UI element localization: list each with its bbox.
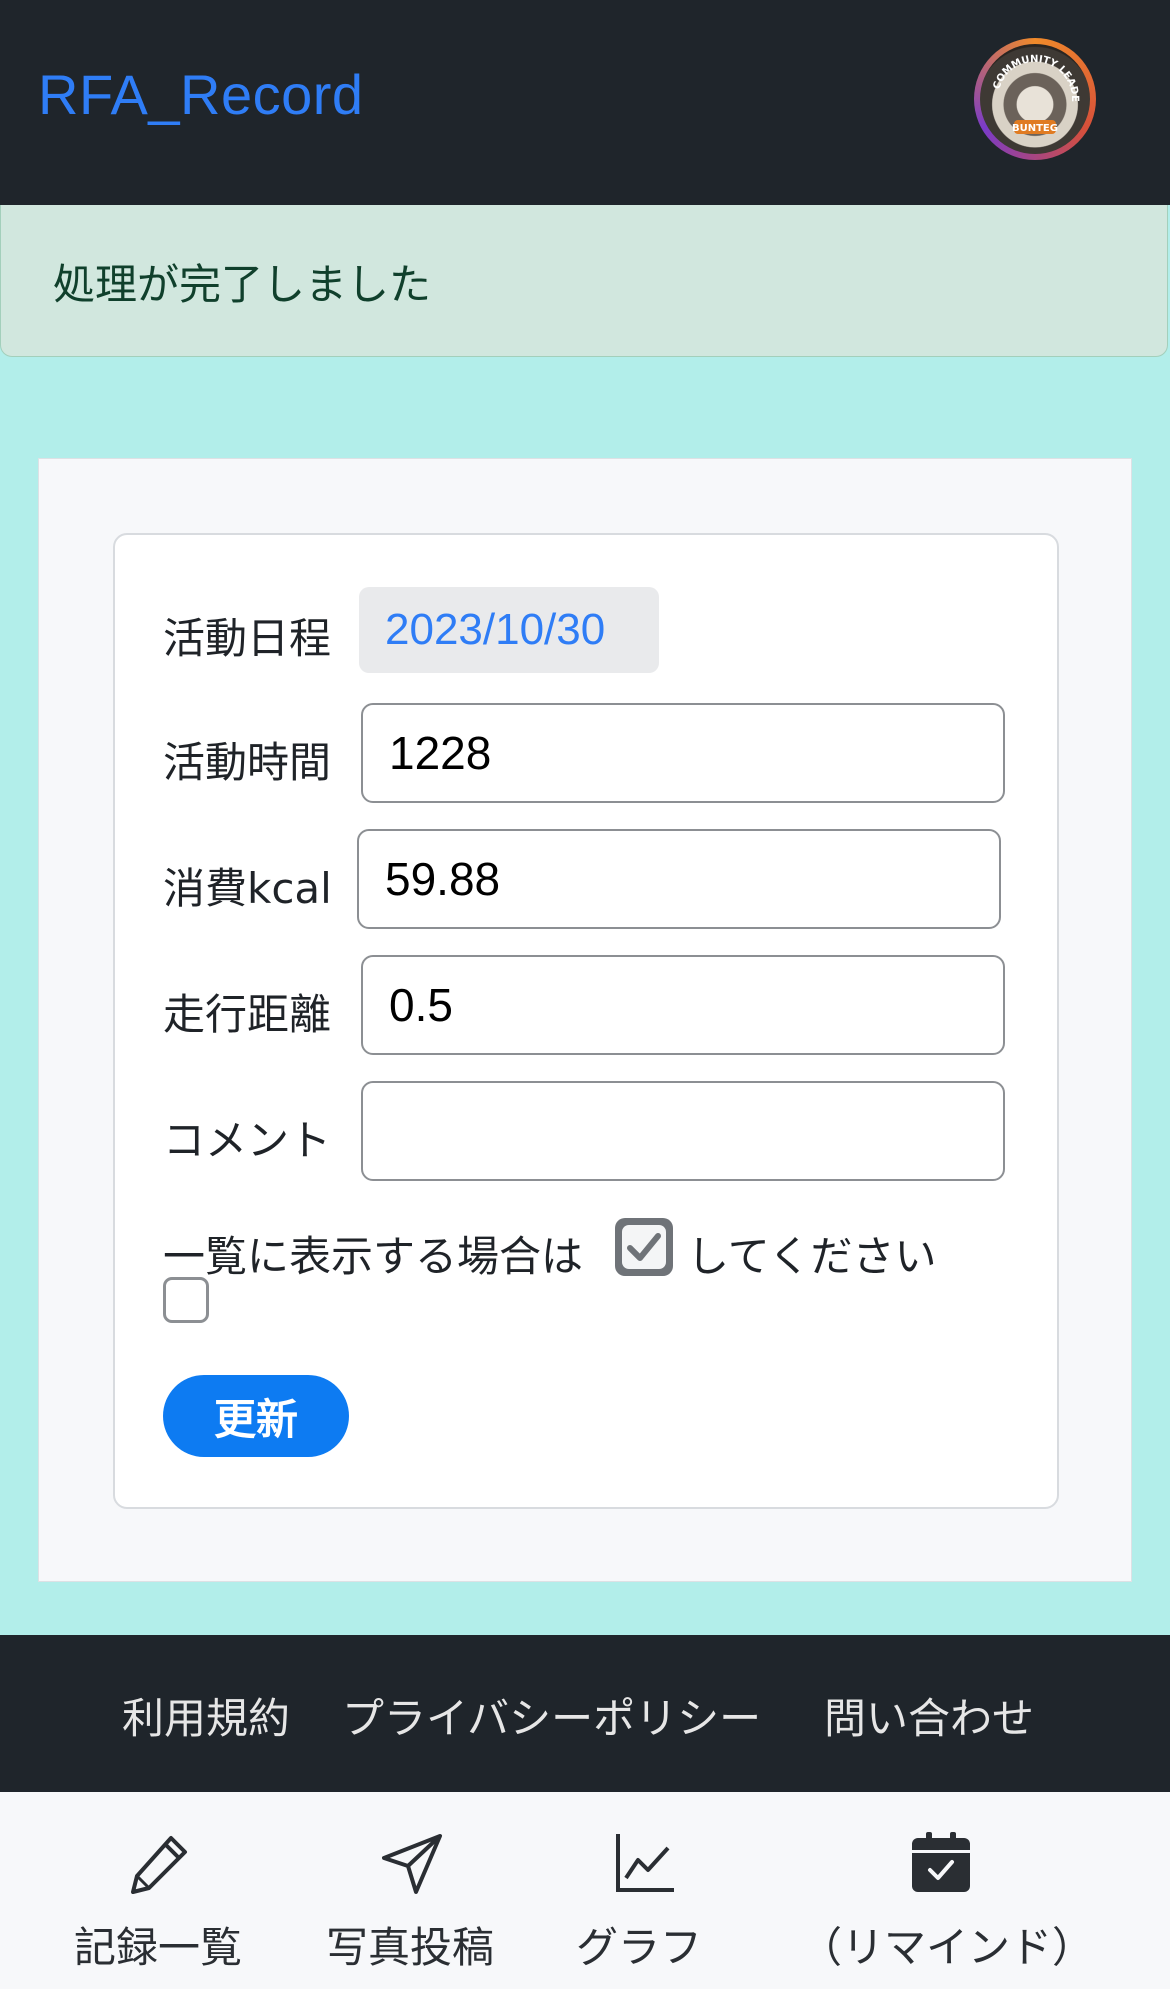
public-hint-text: 一覧に表示する場合は <box>163 1232 584 1281</box>
footer: 利用規約 プライバシーポリシー 問い合わせ <box>0 1635 1170 1792</box>
contact-link[interactable]: 問い合わせ <box>824 1685 1034 1746</box>
show-in-list-checkbox[interactable] <box>163 1277 209 1323</box>
avatar[interactable]: COMMUNITY LEADER BUNTEG <box>974 38 1096 160</box>
time-label: 活動時間 <box>163 738 332 787</box>
nav-item-graph[interactable]: グラフ <box>576 1792 712 1989</box>
brand-link[interactable]: RFA_Record <box>38 62 364 127</box>
date-label: 活動日程 <box>163 614 332 663</box>
date-display: 2023/10/30 <box>359 587 659 673</box>
distance-label: 走行距離 <box>163 990 332 1039</box>
comment-input[interactable] <box>361 1081 1005 1181</box>
nav-item-remind[interactable]: （リマインド） <box>800 1792 1094 1989</box>
public-hint-suffix: してください <box>687 1232 937 1281</box>
privacy-link[interactable]: プライバシーポリシー <box>342 1685 761 1746</box>
nav-label-records: 記録一覧 <box>74 1923 243 1972</box>
activity-edit-form: 活動日程 2023/10/30 活動時間 消費kcal 走行距離 コメント 一覧… <box>113 533 1059 1509</box>
comment-label: コメント <box>163 1116 332 1165</box>
kcal-label: 消費kcal <box>163 864 332 913</box>
nav-label-graph: グラフ <box>576 1923 703 1972</box>
alert-message: 処理が完了しました <box>53 260 432 309</box>
bottom-nav: 記録一覧 写真投稿 グラフ （リマインド） <box>0 1792 1170 1989</box>
send-icon <box>382 1834 442 1894</box>
time-input[interactable] <box>361 703 1005 803</box>
kcal-input[interactable] <box>357 829 1001 929</box>
graph-icon <box>616 1834 674 1892</box>
nav-item-photo[interactable]: 写真投稿 <box>326 1792 506 1989</box>
top-navbar: RFA_Record COMMUNITY LEADER BUNTEG <box>0 0 1170 205</box>
svg-text:BUNTEG: BUNTEG <box>1012 123 1058 134</box>
avatar-badge-logo: COMMUNITY LEADER BUNTEG <box>980 44 1080 134</box>
main-card: 活動日程 2023/10/30 活動時間 消費kcal 走行距離 コメント 一覧… <box>38 458 1132 1582</box>
check-example-icon <box>615 1218 673 1276</box>
date-value: 2023/10/30 <box>385 605 606 654</box>
nav-item-records[interactable]: 記録一覧 <box>74 1792 254 1989</box>
update-button[interactable]: 更新 <box>163 1375 349 1457</box>
svg-text:COMMUNITY LEADER: COMMUNITY LEADER <box>980 44 1080 102</box>
calendar-check-icon <box>912 1832 970 1892</box>
nav-label-photo: 写真投稿 <box>326 1923 495 1972</box>
avatar-image: COMMUNITY LEADER BUNTEG <box>980 44 1090 154</box>
success-alert: 処理が完了しました <box>0 205 1168 357</box>
terms-link[interactable]: 利用規約 <box>122 1685 290 1746</box>
pencil-icon <box>131 1836 187 1894</box>
distance-input[interactable] <box>361 955 1005 1055</box>
nav-label-remind: （リマインド） <box>800 1923 1095 1972</box>
